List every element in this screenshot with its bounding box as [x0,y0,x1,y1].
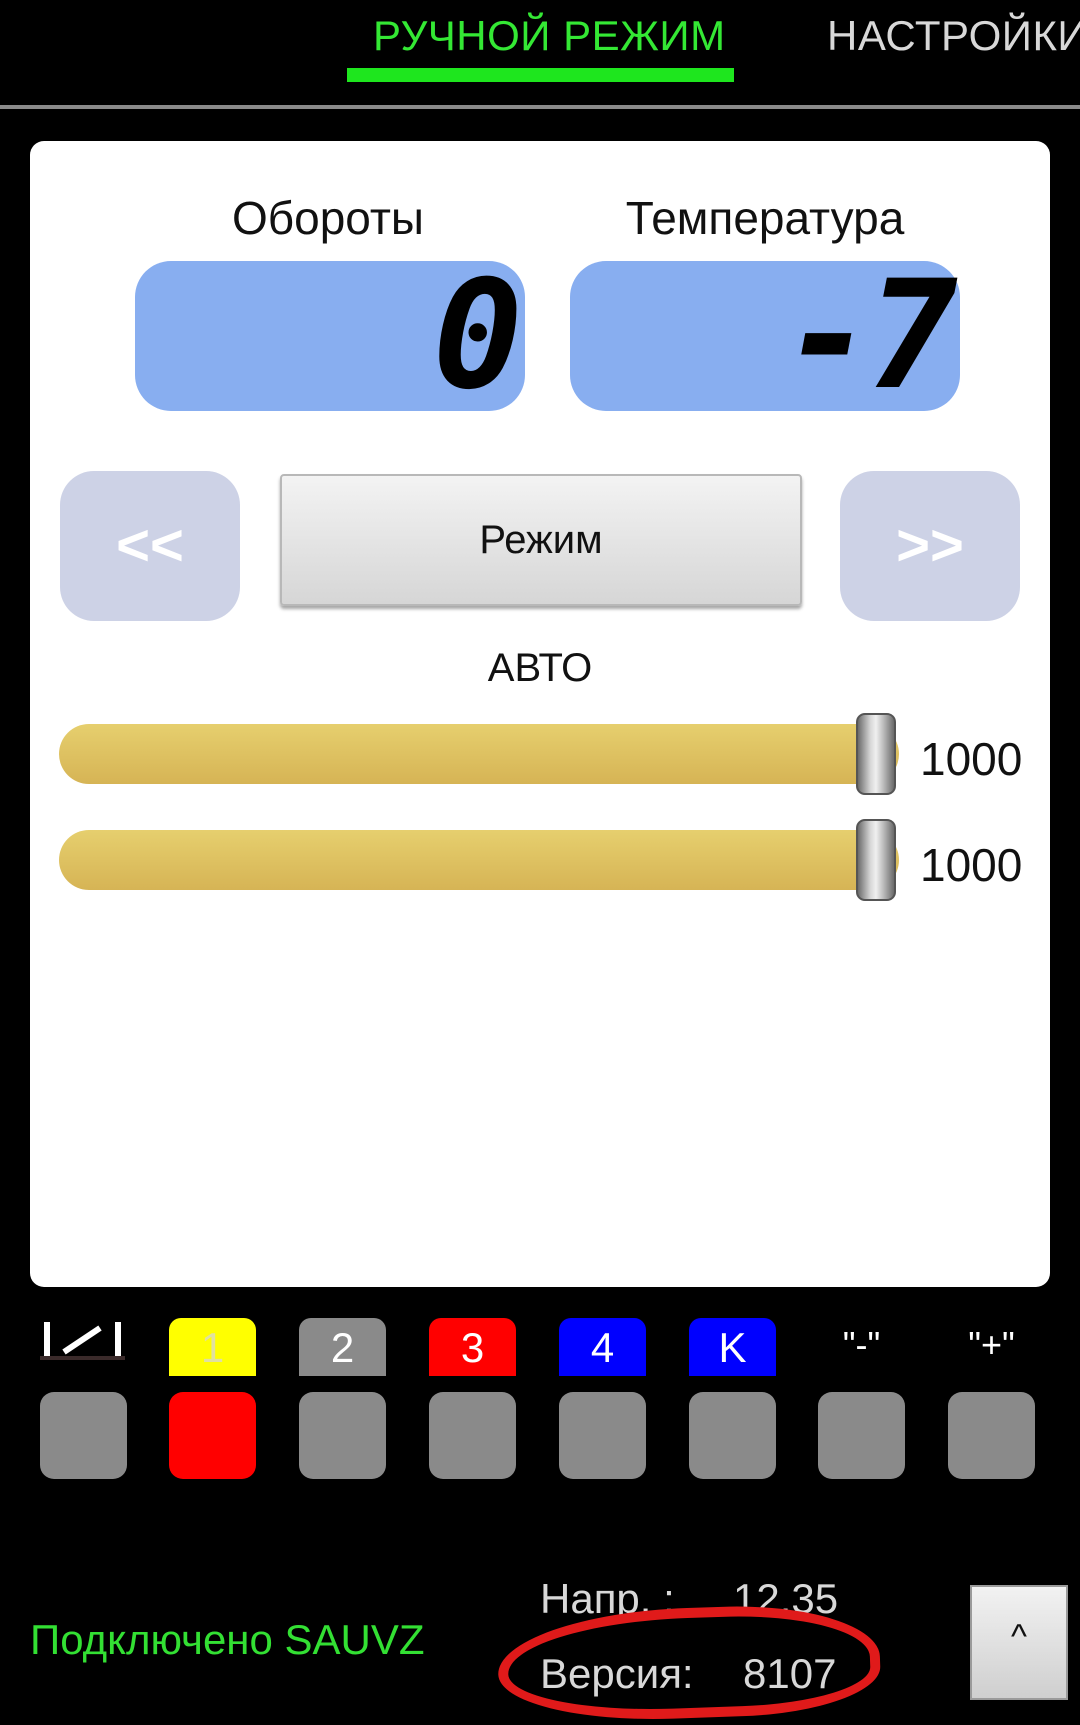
toggle-indicator-icon [40,1318,125,1360]
key-k[interactable]: K [689,1318,776,1376]
mode-button[interactable]: Режим [280,474,802,606]
slider-2-thumb[interactable] [856,819,896,901]
mode-value: АВТО [487,646,593,690]
rpm-label: Обороты [232,192,424,244]
manual-mode-panel: Обороты Температура 0 -7 << Режим >> АВТ… [30,141,1050,1287]
slider-2-value: 1000 [920,839,1023,891]
previous-button[interactable]: << [60,471,240,621]
channel-button-8[interactable] [948,1392,1035,1479]
channel-button-1[interactable] [40,1392,127,1479]
slider-1-value: 1000 [920,733,1023,785]
tab-bar: РУЧНОЙ РЕЖИМ НАСТРОЙКИ [0,0,1080,110]
temperature-value: -7 [783,249,958,423]
scroll-up-button[interactable]: ^ [970,1585,1068,1700]
slider-1-thumb[interactable] [856,713,896,795]
active-tab-indicator [347,68,734,82]
channel-button-7[interactable] [818,1392,905,1479]
temperature-label: Температура [625,192,905,244]
key-minus[interactable]: "-" [818,1320,905,1378]
tab-settings[interactable]: НАСТРОЙКИ [827,12,1080,60]
key-plus[interactable]: "+" [948,1320,1035,1378]
temperature-display: -7 [570,261,960,411]
key-2[interactable]: 2 [299,1318,386,1376]
channel-button-6[interactable] [689,1392,776,1479]
channel-button-3[interactable] [299,1392,386,1479]
tab-manual-mode[interactable]: РУЧНОЙ РЕЖИМ [373,12,726,60]
rpm-value: 0 [432,249,523,423]
key-4[interactable]: 4 [559,1318,646,1376]
slider-1-track[interactable] [59,724,899,784]
key-1[interactable]: 1 [169,1318,256,1376]
tab-divider [0,105,1080,109]
slider-2-track[interactable] [59,830,899,890]
channel-button-2[interactable] [169,1392,256,1479]
connection-status: Подключено SAUVZ [30,1616,425,1663]
rpm-display: 0 [135,261,525,411]
next-button[interactable]: >> [840,471,1020,621]
channel-button-4[interactable] [429,1392,516,1479]
channel-button-5[interactable] [559,1392,646,1479]
key-3[interactable]: 3 [429,1318,516,1376]
